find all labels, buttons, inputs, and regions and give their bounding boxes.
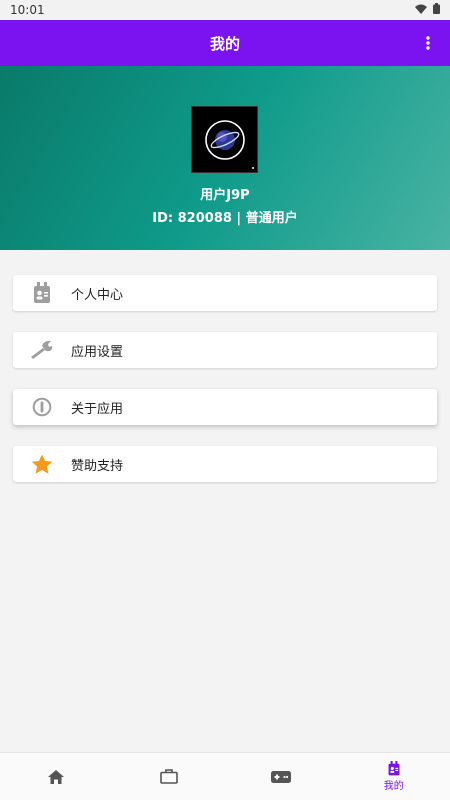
nav-label-mine: 我的 [383,781,404,792]
menu-item-label: 应用设置 [71,344,124,360]
planet-icon [205,120,254,169]
home-icon [48,769,65,784]
app-bar: 我的 [0,20,450,66]
menu-item-sponsor-support[interactable]: 赞助支持 [13,446,437,482]
nav-item-games[interactable] [225,753,338,800]
status-bar: 10:01 [0,0,450,20]
more-vert-icon [426,36,430,50]
info-icon [13,389,71,425]
briefcase-icon [159,769,178,784]
menu-item-label: 赞助支持 [71,458,124,474]
menu-item-about-app[interactable]: 关于应用 [13,389,437,425]
star-icon [13,446,71,482]
username: 用户J9P [200,188,250,203]
avatar[interactable] [191,106,258,173]
gamepad-icon [271,770,292,783]
nav-item-briefcase[interactable] [113,753,226,800]
nav-item-mine[interactable]: 我的 [338,753,450,800]
badge-icon [13,275,71,311]
more-options-button[interactable] [416,31,440,55]
menu-item-app-settings[interactable]: 应用设置 [13,332,437,368]
wrench-icon [13,332,71,368]
menu-item-label: 个人中心 [71,287,124,303]
status-time: 10:01 [10,3,45,17]
user-id-line: ID: 820088 | 普通用户 [152,211,298,226]
nav-item-home[interactable] [0,753,113,800]
wifi-icon [415,3,427,17]
status-icons [415,3,440,17]
menu-item-profile-center[interactable]: 个人中心 [13,275,437,311]
profile-header: 用户J9P ID: 820088 | 普通用户 [0,66,450,250]
battery-icon [433,3,440,17]
page-title: 我的 [209,34,240,53]
bottom-navigation: 我的 [0,752,450,800]
badge-icon [388,761,400,776]
menu-item-label: 关于应用 [71,401,124,417]
